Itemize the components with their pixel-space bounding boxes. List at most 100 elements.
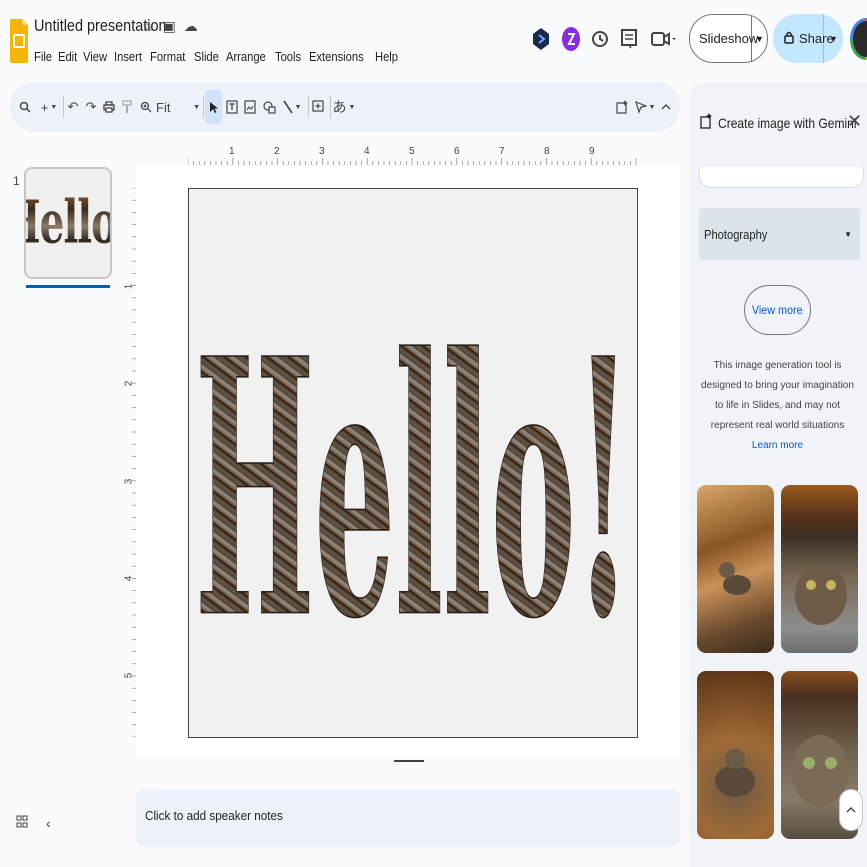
ruler-label: 1	[229, 146, 235, 157]
cloud-status-icon[interactable]: ☁	[184, 18, 198, 35]
share-main[interactable]: Share	[773, 14, 834, 63]
chevron-down-icon: ▼	[844, 229, 852, 239]
new-slide-icon[interactable]: + ▼	[38, 82, 60, 132]
menu-help[interactable]: Help	[375, 49, 398, 64]
account-avatar[interactable]	[850, 18, 867, 60]
generated-image-2[interactable]	[781, 485, 858, 653]
ruler-label: 5	[409, 146, 415, 157]
menu-insert[interactable]: Insert	[114, 49, 142, 64]
select-tool-icon[interactable]	[205, 90, 222, 124]
add-comment-icon[interactable]	[310, 82, 326, 132]
resize-handle[interactable]	[394, 760, 424, 762]
slide-thumbnail[interactable]: Hello!	[24, 167, 112, 279]
ruler-label: 4	[123, 575, 135, 582]
hello-text: Hello!	[195, 283, 631, 697]
text-box-icon[interactable]	[224, 82, 240, 132]
learn-more-link[interactable]: Learn more	[699, 440, 856, 451]
input-tools-button[interactable]: あ ▼	[332, 82, 356, 132]
pen-tool-icon[interactable]: ▼	[633, 82, 657, 132]
zoom-select[interactable]: Fit ▼	[156, 82, 200, 132]
close-icon[interactable]: ✕	[847, 111, 862, 132]
extension-add-on-icon[interactable]	[560, 26, 582, 52]
hello-photo-text[interactable]: Hello!	[189, 189, 637, 737]
zoom-icon[interactable]	[138, 82, 154, 132]
generated-image-3[interactable]	[697, 671, 774, 839]
share-button[interactable]: Share ▼	[773, 14, 843, 63]
speaker-notes-placeholder: Click to add speaker notes	[145, 808, 283, 823]
ruler-label: 1	[123, 283, 135, 290]
meet-call-icon[interactable]	[650, 26, 678, 52]
slide-number: 1	[13, 174, 20, 188]
toolbar: + ▼ ↶ ↷ Fit ▼ ▼ あ ▼ ▼	[10, 82, 680, 132]
toolbar-divider	[330, 96, 331, 118]
menu-bar: File Edit View Insert Format Slide Arran…	[34, 49, 398, 64]
generated-image-1[interactable]	[697, 485, 774, 653]
slides-app: Untitled presentation ☆ ▣ ☁ File Edit Vi…	[0, 0, 867, 867]
collapse-toolbar-icon[interactable]	[659, 82, 673, 132]
toolbar-divider	[308, 96, 309, 118]
prompt-input[interactable]	[699, 167, 864, 188]
zoom-dropdown-icon: ▼	[193, 103, 200, 111]
style-value: Photography	[704, 226, 768, 242]
title-icons: ☆ ▣ ☁	[142, 18, 198, 35]
ruler-label: 7	[499, 146, 505, 157]
view-more-button[interactable]: View more	[744, 285, 811, 335]
insert-ai-image-icon[interactable]	[614, 82, 630, 132]
slideshow-button[interactable]: Slideshow ▼	[689, 14, 768, 63]
version-history-icon[interactable]	[589, 26, 611, 52]
toolbar-divider	[203, 96, 204, 118]
ruler-label: 2	[274, 146, 280, 157]
slide-canvas[interactable]: Hello!	[188, 188, 638, 738]
menu-slide[interactable]: Slide	[194, 49, 219, 64]
toolbar-divider	[63, 96, 64, 118]
disclaimer-text: This image generation tool is designed t…	[701, 360, 854, 431]
apps-script-icon[interactable]	[530, 26, 552, 52]
panel-title: Create image with Gemini	[718, 114, 857, 131]
ruler-label: 3	[123, 478, 135, 485]
shape-icon[interactable]	[260, 82, 278, 132]
menu-view[interactable]: View	[83, 49, 107, 64]
vertical-ruler[interactable]	[123, 188, 137, 737]
input-tools-label: あ	[332, 99, 347, 115]
ruler-label: 2	[123, 380, 135, 387]
speaker-notes[interactable]: Click to add speaker notes	[136, 789, 680, 847]
menu-tools[interactable]: Tools	[275, 49, 301, 64]
view-controls: ‹	[16, 815, 51, 832]
selected-slide-indicator	[26, 285, 110, 288]
menu-arrange[interactable]: Arrange	[226, 49, 266, 64]
scroll-up-button[interactable]	[839, 789, 863, 831]
create-image-icon	[700, 113, 712, 132]
thumbnail-text: Hello!	[26, 189, 110, 258]
slideshow-label[interactable]: Slideshow	[690, 15, 758, 62]
star-icon[interactable]: ☆	[142, 18, 155, 35]
style-select[interactable]: Photography ▼	[699, 208, 860, 260]
redo-icon[interactable]: ↷	[83, 82, 99, 132]
ruler-label: 3	[319, 146, 325, 157]
line-tool-icon[interactable]: ▼	[280, 82, 304, 132]
slideshow-dropdown-icon[interactable]: ▼	[752, 34, 767, 44]
collapse-filmstrip-icon[interactable]: ‹	[46, 815, 51, 832]
search-menus-icon[interactable]	[17, 82, 33, 132]
menu-edit[interactable]: Edit	[58, 49, 77, 64]
share-dropdown-icon[interactable]: ▼	[824, 34, 843, 44]
view-more-label: View more	[752, 303, 803, 317]
lock-icon	[784, 31, 794, 47]
move-folder-icon[interactable]: ▣	[163, 18, 176, 35]
paint-format-icon[interactable]	[119, 82, 135, 132]
input-tools-dropdown-icon: ▼	[348, 103, 356, 111]
grid-view-icon[interactable]	[16, 815, 28, 832]
panel-header: Create image with Gemini	[700, 113, 867, 132]
slides-logo-icon[interactable]	[10, 19, 28, 63]
menu-extensions[interactable]: Extensions	[309, 49, 364, 64]
menu-file[interactable]: File	[34, 49, 52, 64]
ruler-label: 6	[454, 146, 460, 157]
ruler-label: 5	[123, 672, 135, 679]
menu-format[interactable]: Format	[150, 49, 185, 64]
undo-icon[interactable]: ↶	[65, 82, 81, 132]
zoom-value: Fit	[156, 99, 171, 115]
insert-image-icon[interactable]	[242, 82, 258, 132]
ruler-label: 4	[364, 146, 370, 157]
comments-icon[interactable]	[618, 26, 640, 52]
ruler-label: 8	[544, 146, 550, 157]
print-icon[interactable]	[101, 82, 117, 132]
